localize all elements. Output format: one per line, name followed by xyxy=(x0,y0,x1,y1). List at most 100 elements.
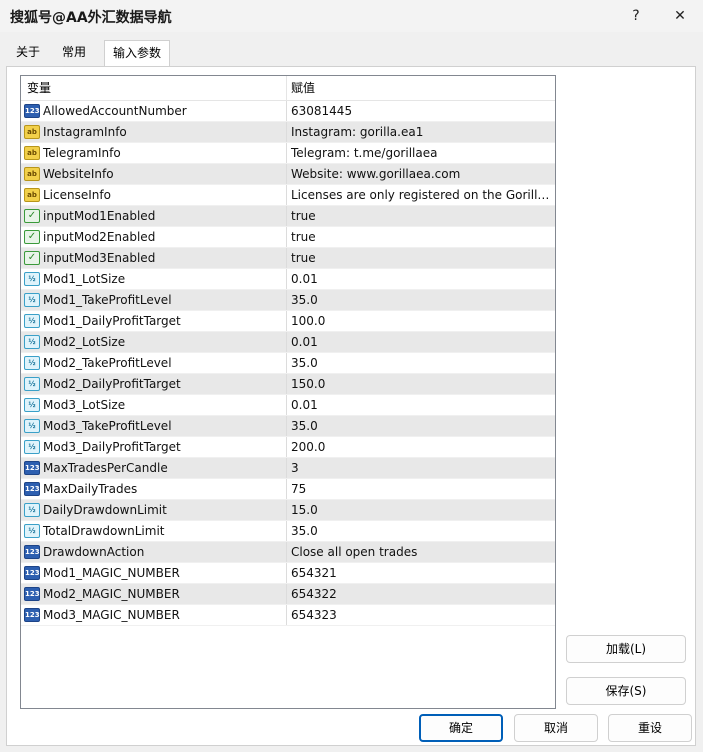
parameter-name: Mod3_MAGIC_NUMBER xyxy=(43,608,180,622)
parameter-row[interactable]: ½ DailyDrawdownLimit 15.0 xyxy=(21,500,555,521)
parameter-row[interactable]: ½ Mod2_LotSize 0.01 xyxy=(21,332,555,353)
tab-about[interactable]: 关于 xyxy=(8,40,48,66)
parameter-row[interactable]: ab TelegramInfo Telegram: t.me/gorillaea xyxy=(21,143,555,164)
parameter-row[interactable]: ✓ inputMod2Enabled true xyxy=(21,227,555,248)
parameter-name-cell: ab InstagramInfo xyxy=(21,122,287,142)
parameter-row[interactable]: ✓ inputMod1Enabled true xyxy=(21,206,555,227)
parameter-value[interactable]: 35.0 xyxy=(287,290,555,310)
int-icon: 123 xyxy=(24,104,40,118)
title-bar: 搜狐号@AA外汇数据导航 ? ✕ xyxy=(0,0,703,32)
parameter-row[interactable]: 123 DrawdownAction Close all open trades xyxy=(21,542,555,563)
cancel-button[interactable]: 取消 xyxy=(514,714,598,742)
load-button[interactable]: 加载(L) xyxy=(566,635,686,663)
double-icon: ½ xyxy=(24,314,40,328)
double-icon: ½ xyxy=(24,293,40,307)
parameter-row[interactable]: ½ Mod1_LotSize 0.01 xyxy=(21,269,555,290)
parameter-name: Mod3_LotSize xyxy=(43,398,126,412)
parameter-value[interactable]: Telegram: t.me/gorillaea xyxy=(287,143,555,163)
parameter-value[interactable]: 200.0 xyxy=(287,437,555,457)
parameter-value[interactable]: 63081445 xyxy=(287,101,555,121)
tab-common[interactable]: 常用 xyxy=(54,40,94,66)
parameter-value[interactable]: Close all open trades xyxy=(287,542,555,562)
parameter-row[interactable]: ✓ inputMod3Enabled true xyxy=(21,248,555,269)
double-icon: ½ xyxy=(24,272,40,286)
parameter-name: Mod1_LotSize xyxy=(43,272,126,286)
parameter-row[interactable]: ½ Mod2_DailyProfitTarget 150.0 xyxy=(21,374,555,395)
double-icon: ½ xyxy=(24,419,40,433)
string-icon: ab xyxy=(24,188,40,202)
parameter-name-cell: ½ Mod2_TakeProfitLevel xyxy=(21,353,287,373)
parameter-row[interactable]: ½ Mod1_DailyProfitTarget 100.0 xyxy=(21,311,555,332)
parameter-name-cell: 123 Mod1_MAGIC_NUMBER xyxy=(21,563,287,583)
parameter-value[interactable]: true xyxy=(287,206,555,226)
int-icon: 123 xyxy=(24,545,40,559)
parameter-value[interactable]: 35.0 xyxy=(287,416,555,436)
parameter-name-cell: ab WebsiteInfo xyxy=(21,164,287,184)
parameter-name-cell: ½ TotalDrawdownLimit xyxy=(21,521,287,541)
parameter-name-cell: ½ Mod3_LotSize xyxy=(21,395,287,415)
parameter-name-cell: ½ Mod1_LotSize xyxy=(21,269,287,289)
parameter-value[interactable]: 654322 xyxy=(287,584,555,604)
parameter-value[interactable]: Website: www.gorillaea.com xyxy=(287,164,555,184)
tab-inputs[interactable]: 输入参数 xyxy=(104,40,171,67)
double-icon: ½ xyxy=(24,440,40,454)
parameter-name: TotalDrawdownLimit xyxy=(43,524,165,538)
parameter-name-cell: ½ Mod3_DailyProfitTarget xyxy=(21,437,287,457)
parameter-name: inputMod1Enabled xyxy=(43,209,156,223)
header-variable[interactable]: 变量 xyxy=(21,76,287,100)
parameter-row[interactable]: ½ Mod3_DailyProfitTarget 200.0 xyxy=(21,437,555,458)
parameter-name: AllowedAccountNumber xyxy=(43,104,187,118)
parameter-value[interactable]: 75 xyxy=(287,479,555,499)
parameter-row[interactable]: 123 Mod3_MAGIC_NUMBER 654323 xyxy=(21,605,555,626)
parameter-name-cell: 123 Mod3_MAGIC_NUMBER xyxy=(21,605,287,625)
parameter-value[interactable]: 15.0 xyxy=(287,500,555,520)
parameter-row[interactable]: 123 AllowedAccountNumber 63081445 xyxy=(21,101,555,122)
parameter-row[interactable]: 123 Mod1_MAGIC_NUMBER 654321 xyxy=(21,563,555,584)
double-icon: ½ xyxy=(24,524,40,538)
parameter-name-cell: ✓ inputMod3Enabled xyxy=(21,248,287,268)
parameter-name: Mod2_TakeProfitLevel xyxy=(43,356,172,370)
parameter-row[interactable]: ½ Mod3_TakeProfitLevel 35.0 xyxy=(21,416,555,437)
parameter-value[interactable]: Licenses are only registered on the Gori… xyxy=(287,185,555,205)
parameter-name: MaxTradesPerCandle xyxy=(43,461,168,475)
tab-bar: 关于 常用 输入参数 xyxy=(6,40,696,67)
parameter-row[interactable]: ab WebsiteInfo Website: www.gorillaea.com xyxy=(21,164,555,185)
parameter-name: Mod3_DailyProfitTarget xyxy=(43,440,181,454)
parameter-row[interactable]: 123 MaxTradesPerCandle 3 xyxy=(21,458,555,479)
header-value[interactable]: 赋值 xyxy=(287,76,555,100)
help-button[interactable]: ? xyxy=(626,6,646,26)
int-icon: 123 xyxy=(24,461,40,475)
parameter-grid: 变量 赋值 123 AllowedAccountNumber 63081445 ab I… xyxy=(20,75,556,709)
parameter-name: Mod2_MAGIC_NUMBER xyxy=(43,587,180,601)
parameter-name-cell: ab TelegramInfo xyxy=(21,143,287,163)
parameter-row[interactable]: 123 Mod2_MAGIC_NUMBER 654322 xyxy=(21,584,555,605)
parameter-row[interactable]: ½ Mod3_LotSize 0.01 xyxy=(21,395,555,416)
parameter-name: InstagramInfo xyxy=(43,125,127,139)
parameter-row[interactable]: ½ Mod2_TakeProfitLevel 35.0 xyxy=(21,353,555,374)
parameter-value[interactable]: 654321 xyxy=(287,563,555,583)
parameter-name-cell: ✓ inputMod1Enabled xyxy=(21,206,287,226)
parameter-value[interactable]: true xyxy=(287,248,555,268)
parameter-value[interactable]: 35.0 xyxy=(287,521,555,541)
parameter-row[interactable]: ½ Mod1_TakeProfitLevel 35.0 xyxy=(21,290,555,311)
reset-button[interactable]: 重设 xyxy=(608,714,692,742)
parameter-value[interactable]: true xyxy=(287,227,555,247)
save-button[interactable]: 保存(S) xyxy=(566,677,686,705)
parameter-row[interactable]: 123 MaxDailyTrades 75 xyxy=(21,479,555,500)
parameter-value[interactable]: 35.0 xyxy=(287,353,555,373)
parameter-name-cell: 123 AllowedAccountNumber xyxy=(21,101,287,121)
parameter-value[interactable]: 100.0 xyxy=(287,311,555,331)
ok-button[interactable]: 确定 xyxy=(419,714,503,742)
parameter-value[interactable]: 3 xyxy=(287,458,555,478)
grid-header: 变量 赋值 xyxy=(21,76,555,101)
parameter-value[interactable]: 0.01 xyxy=(287,395,555,415)
parameter-value[interactable]: 0.01 xyxy=(287,269,555,289)
parameter-value[interactable]: Instagram: gorilla.ea1 xyxy=(287,122,555,142)
parameter-value[interactable]: 150.0 xyxy=(287,374,555,394)
close-button[interactable]: ✕ xyxy=(670,6,690,26)
parameter-value[interactable]: 0.01 xyxy=(287,332,555,352)
parameter-row[interactable]: ab LicenseInfo Licenses are only registere… xyxy=(21,185,555,206)
parameter-value[interactable]: 654323 xyxy=(287,605,555,625)
parameter-row[interactable]: ½ TotalDrawdownLimit 35.0 xyxy=(21,521,555,542)
parameter-row[interactable]: ab InstagramInfo Instagram: gorilla.ea1 xyxy=(21,122,555,143)
